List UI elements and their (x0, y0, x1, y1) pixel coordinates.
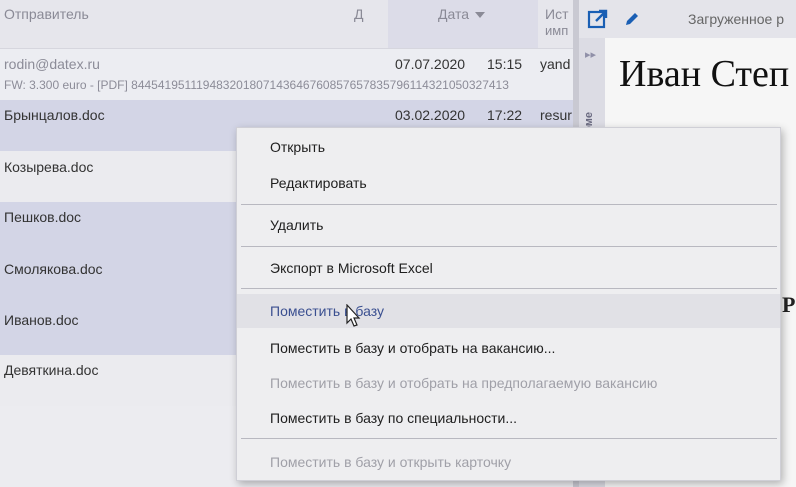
menu-item-edit[interactable]: Редактировать (237, 166, 780, 200)
column-header-date-label: Дата (438, 6, 470, 22)
menu-item-add-to-db-presumed-vacancy: Поместить в базу и отобрать на предполаг… (237, 366, 780, 400)
sort-desc-icon (475, 12, 486, 19)
column-header-source[interactable]: Ист имп (545, 6, 568, 38)
table-row[interactable]: rodin@datex.ru 07.07.2020 15:15 yand FW:… (0, 49, 573, 100)
menu-separator (241, 288, 777, 289)
row-time: 15:15 (487, 56, 523, 72)
mouse-cursor-icon (345, 303, 361, 331)
menu-item-label: Поместить в базу и открыть карточку (270, 454, 512, 470)
column-header-sender[interactable]: Отправитель (4, 6, 89, 22)
row-source: resur (540, 107, 572, 123)
menu-separator (241, 438, 777, 439)
row-sender: rodin@datex.ru (4, 56, 100, 72)
column-header-date[interactable]: Дата (438, 6, 486, 22)
column-header-source-line2: имп (545, 23, 569, 38)
menu-item-label: Открыть (270, 139, 325, 155)
row-sender: Иванов.doc (4, 312, 79, 328)
row-source: yand (540, 56, 571, 72)
context-menu: Открыть Редактировать Удалить Экспорт в … (236, 127, 781, 481)
row-sender: Брынцалов.doc (4, 107, 105, 123)
menu-separator (241, 246, 777, 247)
menu-item-label: Поместить в базу (270, 303, 385, 319)
document-fragment: Р (782, 292, 796, 317)
loaded-label: Загруженное р (688, 11, 784, 27)
column-header-source-line1: Ист (545, 6, 569, 22)
menu-item-label: Удалить (270, 217, 324, 233)
menu-item-label: Поместить в базу и отобрать на вакансию.… (270, 340, 556, 356)
menu-separator (241, 204, 777, 205)
row-subject: FW: 3.300 euro - [PDF] 84454195111948320… (4, 78, 509, 92)
menu-item-label: Экспорт в Microsoft Excel (270, 260, 433, 276)
row-date: 07.07.2020 (395, 56, 466, 72)
menu-item-add-to-db-select-vacancy[interactable]: Поместить в базу и отобрать на вакансию.… (237, 331, 780, 365)
menu-item-label: Поместить в базу по специальности... (270, 410, 518, 426)
menu-item-delete[interactable]: Удалить (237, 208, 780, 242)
row-time: 17:22 (487, 107, 523, 123)
column-header-d[interactable]: Д (354, 6, 363, 22)
open-external-icon[interactable] (587, 8, 609, 30)
row-sender: Козырева.doc (4, 159, 94, 175)
row-date: 03.02.2020 (395, 107, 466, 123)
menu-item-add-to-db-open-card: Поместить в базу и открыть карточку (237, 445, 780, 479)
menu-item-label: Редактировать (270, 175, 367, 191)
menu-item-label: Поместить в базу и отобрать на предполаг… (270, 375, 658, 391)
row-sender: Пешков.doc (4, 209, 82, 225)
preview-toolbar: Загруженное р (579, 0, 796, 39)
resume-title: Иван Степ (619, 53, 790, 95)
collapse-panel-icon[interactable]: ▸▸ (585, 48, 596, 61)
row-sender: Смолякова.doc (4, 261, 103, 277)
pencil-icon[interactable] (623, 10, 641, 28)
menu-item-add-to-db[interactable]: Поместить в базу (237, 294, 780, 328)
menu-item-export-excel[interactable]: Экспорт в Microsoft Excel (237, 251, 780, 285)
menu-item-add-to-db-by-specialty[interactable]: Поместить в базу по специальности... (237, 401, 780, 435)
grid-header: Отправитель Д Дата Ист имп (0, 0, 573, 49)
row-sender: Девяткина.doc (4, 362, 99, 378)
menu-item-open[interactable]: Открыть (237, 130, 780, 164)
